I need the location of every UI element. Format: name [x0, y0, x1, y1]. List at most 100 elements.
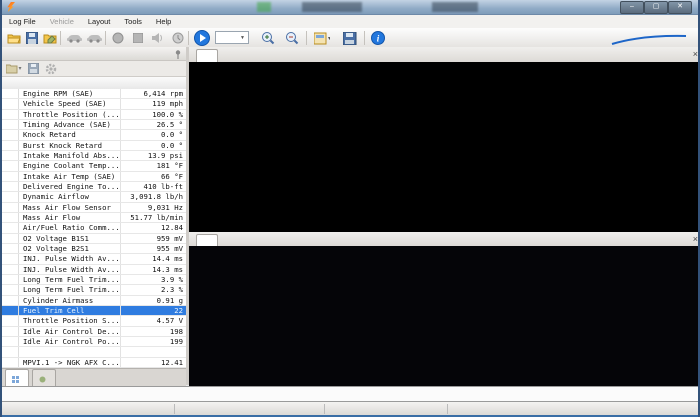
channel-row[interactable]: Intake Manifold Abs...13.9 psi — [2, 151, 186, 161]
channel-value: 4.57 V — [121, 316, 186, 325]
channels-settings-gear-icon[interactable] — [45, 63, 57, 75]
gauge-tab-bar: × — [189, 47, 700, 63]
channel-row[interactable]: Idle Air Control De...198 — [2, 327, 186, 337]
channel-row[interactable]: O2 Voltage B1S1959 mV — [2, 234, 186, 244]
channel-row[interactable]: Engine Coolant Temp...181 °F — [2, 161, 186, 171]
menu-help[interactable]: Help — [149, 17, 178, 26]
tab-channels[interactable] — [5, 369, 29, 386]
channel-name: Timing Advance (SAE) — [19, 120, 121, 129]
channel-value: 959 mV — [121, 234, 186, 243]
channel-row[interactable]: O2 Voltage B2S1955 mV — [2, 244, 186, 254]
playback-speed-select[interactable]: ▼ — [215, 31, 249, 44]
channel-row[interactable]: Throttle Position S...4.57 V — [2, 316, 186, 326]
channel-value: 6,414 rpm — [121, 89, 186, 98]
channel-row[interactable]: Long Term Fuel Trim...2.3 % — [2, 285, 186, 295]
minimize-button[interactable]: – — [620, 1, 644, 14]
channel-value: 9,031 Hz — [121, 203, 186, 212]
stop-icon[interactable] — [130, 30, 146, 46]
channels-bottom-tabs — [2, 368, 186, 386]
channel-name: Idle Air Control De... — [19, 327, 121, 336]
channel-row[interactable]: Dynamic Airflow3,091.8 lb/h — [2, 192, 186, 202]
channel-value: 3,091.8 lb/h — [121, 192, 186, 201]
channel-row[interactable]: MPVI.1 -> NGK AFX C...12.41 — [2, 358, 186, 368]
channel-name: Fuel Trim Cell — [19, 306, 121, 315]
channel-row[interactable]: Vehicle Speed (SAE)119 mph — [2, 99, 186, 109]
channel-name: Long Term Fuel Trim... — [19, 275, 121, 284]
tab-gauge[interactable] — [196, 49, 218, 62]
channel-name: Throttle Position (... — [19, 110, 121, 119]
save-log-icon[interactable] — [24, 30, 40, 46]
channel-name: Knock Retard — [19, 130, 121, 139]
channel-name: INJ. Pulse Width Av... — [19, 265, 121, 274]
gauge-pane-close-icon[interactable]: × — [693, 49, 698, 59]
channel-row[interactable]: Knock Retard0.0 ° — [2, 130, 186, 140]
taskbar-glass-decoration — [432, 2, 478, 12]
menu-log-file[interactable]: Log File — [2, 17, 43, 26]
details-tab-icon — [39, 376, 46, 383]
menu-layout[interactable]: Layout — [81, 17, 118, 26]
channel-row[interactable]: Delivered Engine To...410 lb-ft — [2, 182, 186, 192]
channel-row[interactable]: Mass Air Flow51.77 lb/min — [2, 213, 186, 223]
channel-row[interactable]: Throttle Position (...100.0 % — [2, 110, 186, 120]
channels-open-icon[interactable] — [6, 63, 22, 74]
chart-pane-close-icon[interactable]: × — [693, 234, 698, 244]
channel-value — [121, 347, 186, 356]
channel-value: 100.0 % — [121, 110, 186, 119]
channel-row[interactable] — [2, 347, 186, 357]
channel-row[interactable]: Long Term Fuel Trim...3.9 % — [2, 275, 186, 285]
channel-row[interactable]: Air/Fuel Ratio Comm...12.84 — [2, 223, 186, 233]
channel-value: 410 lb-ft — [121, 182, 186, 191]
taskbar-glass-decoration — [302, 2, 362, 12]
channel-row[interactable]: Burst Knock Retard0.0 ° — [2, 141, 186, 151]
channel-value: 198 — [121, 327, 186, 336]
pin-icon[interactable] — [174, 50, 182, 59]
play-icon[interactable] — [194, 30, 210, 46]
save-layout-icon[interactable] — [342, 30, 358, 46]
channel-name: Dynamic Airflow — [19, 192, 121, 201]
layout-icon[interactable] — [314, 30, 330, 46]
timeline-overview[interactable] — [2, 386, 700, 402]
channel-row[interactable]: INJ. Pulse Width Av...14.3 ms — [2, 265, 186, 275]
channel-name: O2 Voltage B2S1 — [19, 244, 121, 253]
channel-value: 199 — [121, 337, 186, 346]
reread-vehicle-icon[interactable] — [86, 30, 102, 46]
channel-value: 14.3 ms — [121, 265, 186, 274]
channel-row[interactable]: Intake Air Temp (SAE)66 °F — [2, 172, 186, 182]
channel-name: Engine Coolant Temp... — [19, 161, 121, 170]
tab-details[interactable] — [32, 369, 56, 386]
close-button[interactable]: ✕ — [668, 1, 692, 14]
channel-row[interactable]: Fuel Trim Cell22 — [2, 306, 186, 316]
channel-name: Intake Air Temp (SAE) — [19, 172, 121, 181]
channel-value: 12.41 — [121, 358, 186, 367]
channel-row[interactable]: INJ. Pulse Width Av...14.4 ms — [2, 254, 186, 264]
edit-log-icon[interactable] — [42, 30, 58, 46]
menu-tools[interactable]: Tools — [117, 17, 149, 26]
channels-panel-header — [2, 47, 186, 61]
maximize-button[interactable]: ▢ — [644, 1, 668, 14]
record-icon[interactable] — [110, 30, 126, 46]
channel-name: Vehicle Speed (SAE) — [19, 99, 121, 108]
channel-row[interactable]: Cylinder Airmass0.91 g — [2, 296, 186, 306]
zoom-in-icon[interactable] — [260, 30, 276, 46]
menu-bar: Log FileVehicleLayoutToolsHelp — [2, 15, 698, 28]
channel-value: 26.5 ° — [121, 120, 186, 129]
open-log-icon[interactable] — [6, 30, 22, 46]
channel-name: Engine RPM (SAE) — [19, 89, 121, 98]
channel-name: MPVI.1 -> NGK AFX C... — [19, 358, 121, 367]
audio-icon[interactable] — [150, 30, 166, 46]
channel-row[interactable]: Engine RPM (SAE)6,414 rpm — [2, 89, 186, 99]
zoom-out-icon[interactable] — [284, 30, 300, 46]
taskbar-glass-decoration — [257, 2, 271, 12]
read-vehicle-icon[interactable] — [66, 30, 82, 46]
info-icon[interactable]: i — [370, 30, 386, 46]
schedule-icon[interactable] — [170, 30, 186, 46]
channel-row[interactable]: Idle Air Control Po...199 — [2, 337, 186, 347]
channels-save-icon[interactable] — [28, 63, 39, 74]
channel-row[interactable]: Mass Air Flow Sensor9,031 Hz — [2, 203, 186, 213]
gauge-dashboard — [189, 62, 700, 232]
channel-row[interactable]: Timing Advance (SAE)26.5 ° — [2, 120, 186, 130]
channel-value: 0.0 ° — [121, 130, 186, 139]
channel-name: O2 Voltage B1S1 — [19, 234, 121, 243]
menu-vehicle[interactable]: Vehicle — [43, 17, 81, 26]
channel-value: 0.91 g — [121, 296, 186, 305]
